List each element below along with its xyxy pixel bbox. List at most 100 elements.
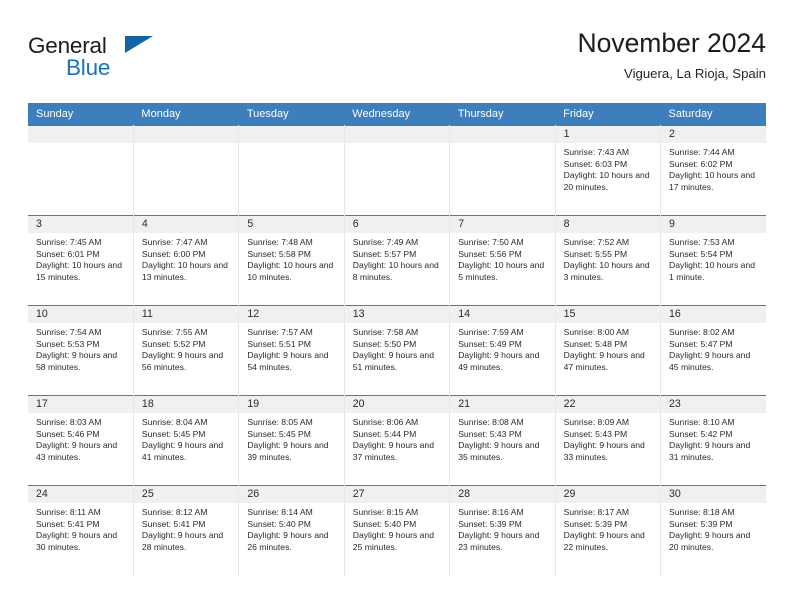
day-number (28, 126, 133, 143)
calendar-day-cell[interactable]: 14 Sunrise: 7:59 AM Sunset: 5:49 PM Dayligh… (449, 305, 556, 396)
sunset-text: Sunset: 5:41 PM (141, 518, 206, 529)
calendar-day-cell[interactable]: 25 Sunrise: 8:12 AM Sunset: 5:41 PM Dayligh… (133, 485, 240, 576)
sunset-text: Sunset: 5:41 PM (36, 518, 100, 529)
weekday-header-saturday: Saturday (660, 103, 766, 126)
daylight-text: Daylight: 9 hours and 41 minutes. (141, 440, 224, 463)
day-details: Sunrise: 8:03 AM Sunset: 5:46 PM Daylight:… (28, 413, 133, 464)
calendar-day-cell[interactable]: 10 Sunrise: 7:54 AM Sunset: 5:53 PM Dayligh… (28, 305, 134, 396)
sunrise-text: Sunrise: 7:54 AM (36, 327, 102, 337)
day-details: Sunrise: 8:08 AM Sunset: 5:43 PM Daylight:… (450, 413, 554, 464)
daylight-text: Daylight: 10 hours and 10 minutes. (247, 260, 334, 283)
day-details: Sunrise: 8:06 AM Sunset: 5:44 PM Daylight:… (345, 413, 449, 464)
calendar-day-cell-empty (238, 125, 345, 216)
calendar-day-cell[interactable]: 4 Sunrise: 7:47 AM Sunset: 6:00 PM Daylight… (133, 215, 240, 306)
day-number: 1 (555, 126, 661, 143)
calendar-day-cell[interactable]: 3 Sunrise: 7:45 AM Sunset: 6:01 PM Daylight… (28, 215, 134, 306)
title-block: November 2024 Viguera, La Rioja, Spain (577, 26, 766, 84)
sunset-text: Sunset: 5:48 PM (563, 338, 628, 349)
sunset-text: Sunset: 5:57 PM (352, 248, 417, 259)
day-number: 22 (555, 396, 661, 413)
calendar-day-cell[interactable]: 7 Sunrise: 7:50 AM Sunset: 5:56 PM Daylight… (449, 215, 556, 306)
calendar-day-cell[interactable]: 12 Sunrise: 7:57 AM Sunset: 5:51 PM Dayligh… (238, 305, 345, 396)
sunset-text: Sunset: 5:40 PM (247, 518, 311, 529)
daylight-text: Daylight: 9 hours and 56 minutes. (141, 350, 224, 373)
day-details: Sunrise: 7:45 AM Sunset: 6:01 PM Daylight:… (28, 233, 133, 284)
calendar-day-cell[interactable]: 19 Sunrise: 8:05 AM Sunset: 5:45 PM Dayligh… (238, 395, 345, 486)
day-details: Sunrise: 8:04 AM Sunset: 5:45 PM Daylight:… (134, 413, 238, 464)
weekday-header-row: Sunday Monday Tuesday Wednesday Thursday… (28, 103, 766, 126)
sunset-text: Sunset: 5:46 PM (36, 428, 100, 439)
calendar-day-cell[interactable]: 22 Sunrise: 8:09 AM Sunset: 5:43 PM Dayligh… (555, 395, 662, 486)
calendar-day-cell[interactable]: 23 Sunrise: 8:10 AM Sunset: 5:42 PM Dayligh… (660, 395, 766, 486)
daylight-text: Daylight: 9 hours and 25 minutes. (352, 530, 434, 553)
calendar-table-wrap: Sunday Monday Tuesday Wednesday Thursday… (28, 103, 766, 576)
calendar-day-cell[interactable]: 2 Sunrise: 7:44 AM Sunset: 6:02 PM Daylight… (660, 125, 766, 216)
calendar-day-cell[interactable]: 1 Sunrise: 7:43 AM Sunset: 6:03 PM Daylight… (555, 125, 662, 216)
daylight-text: Daylight: 9 hours and 28 minutes. (141, 530, 224, 553)
sunrise-text: Sunrise: 7:50 AM (458, 237, 524, 247)
day-number: 11 (133, 306, 239, 323)
calendar-day-cell[interactable]: 30 Sunrise: 8:18 AM Sunset: 5:39 PM Dayligh… (660, 485, 766, 576)
day-number (450, 126, 555, 143)
weekday-header-wednesday: Wednesday (344, 103, 450, 126)
daylight-text: Daylight: 9 hours and 45 minutes. (669, 350, 751, 373)
calendar-body: 1 Sunrise: 7:43 AM Sunset: 6:03 PM Daylight… (28, 125, 766, 576)
calendar-day-cell[interactable]: 8 Sunrise: 7:52 AM Sunset: 5:55 PM Daylight… (555, 215, 662, 306)
daylight-text: Daylight: 10 hours and 15 minutes. (36, 260, 122, 283)
daylight-text: Daylight: 9 hours and 43 minutes. (36, 440, 118, 463)
day-details: Sunrise: 8:05 AM Sunset: 5:45 PM Daylight:… (239, 413, 343, 464)
day-number: 15 (555, 306, 661, 323)
day-number: 21 (450, 396, 555, 413)
day-details: Sunrise: 8:18 AM Sunset: 5:39 PM Daylight:… (661, 503, 766, 554)
daylight-text: Daylight: 9 hours and 54 minutes. (247, 350, 329, 373)
day-number: 3 (28, 216, 133, 233)
daylight-text: Daylight: 10 hours and 8 minutes. (352, 260, 439, 283)
calendar-day-cell[interactable]: 9 Sunrise: 7:53 AM Sunset: 5:54 PM Daylight… (660, 215, 766, 306)
calendar-week-row: 10 Sunrise: 7:54 AM Sunset: 5:53 PM Dayligh… (28, 305, 766, 396)
calendar-day-cell[interactable]: 27 Sunrise: 8:15 AM Sunset: 5:40 PM Dayligh… (344, 485, 451, 576)
calendar-day-cell-empty (344, 125, 451, 216)
day-details: Sunrise: 7:59 AM Sunset: 5:49 PM Daylight:… (450, 323, 554, 374)
day-number (239, 126, 344, 143)
calendar-day-cell[interactable]: 26 Sunrise: 8:14 AM Sunset: 5:40 PM Dayligh… (238, 485, 345, 576)
calendar-day-cell[interactable]: 17 Sunrise: 8:03 AM Sunset: 5:46 PM Dayligh… (28, 395, 134, 486)
sunrise-text: Sunrise: 7:43 AM (563, 147, 630, 157)
calendar-day-cell[interactable]: 13 Sunrise: 7:58 AM Sunset: 5:50 PM Dayligh… (344, 305, 451, 396)
calendar-day-cell[interactable]: 16 Sunrise: 8:02 AM Sunset: 5:47 PM Dayligh… (660, 305, 766, 396)
calendar-day-cell[interactable]: 6 Sunrise: 7:49 AM Sunset: 5:57 PM Daylight… (344, 215, 451, 306)
calendar-day-cell[interactable]: 28 Sunrise: 8:16 AM Sunset: 5:39 PM Dayligh… (449, 485, 556, 576)
calendar-day-cell[interactable]: 5 Sunrise: 7:48 AM Sunset: 5:58 PM Daylight… (238, 215, 345, 306)
calendar-day-cell[interactable]: 18 Sunrise: 8:04 AM Sunset: 5:45 PM Dayligh… (133, 395, 240, 486)
sunset-text: Sunset: 5:42 PM (669, 428, 733, 439)
calendar-day-cell[interactable]: 21 Sunrise: 8:08 AM Sunset: 5:43 PM Dayligh… (449, 395, 556, 486)
weekday-header-monday: Monday (133, 103, 239, 126)
calendar-day-cell[interactable]: 24 Sunrise: 8:11 AM Sunset: 5:41 PM Dayligh… (28, 485, 134, 576)
day-number: 5 (239, 216, 344, 233)
sunset-text: Sunset: 5:50 PM (352, 338, 417, 349)
weekday-header-thursday: Thursday (449, 103, 556, 126)
daylight-text: Daylight: 9 hours and 39 minutes. (247, 440, 329, 463)
daylight-text: Daylight: 9 hours and 51 minutes. (352, 350, 434, 373)
sunrise-text: Sunrise: 8:05 AM (247, 417, 313, 427)
calendar-day-cell[interactable]: 11 Sunrise: 7:55 AM Sunset: 5:52 PM Dayligh… (133, 305, 240, 396)
day-number: 9 (661, 216, 766, 233)
day-details: Sunrise: 8:16 AM Sunset: 5:39 PM Daylight:… (450, 503, 554, 554)
sunrise-text: Sunrise: 8:18 AM (669, 507, 735, 517)
day-number: 16 (661, 306, 766, 323)
calendar-day-cell[interactable]: 20 Sunrise: 8:06 AM Sunset: 5:44 PM Dayligh… (344, 395, 451, 486)
calendar-day-cell-empty (449, 125, 556, 216)
general-blue-logo[interactable]: General Blue (28, 33, 228, 85)
day-number (133, 126, 239, 143)
sunrise-text: Sunrise: 7:48 AM (247, 237, 313, 247)
sunset-text: Sunset: 5:47 PM (669, 338, 733, 349)
calendar-day-cell-empty (133, 125, 240, 216)
day-number: 30 (661, 486, 766, 503)
calendar-day-cell[interactable]: 15 Sunrise: 8:00 AM Sunset: 5:48 PM Dayligh… (555, 305, 662, 396)
sunrise-text: Sunrise: 7:55 AM (141, 327, 208, 337)
sunset-text: Sunset: 5:49 PM (458, 338, 522, 349)
sunrise-text: Sunrise: 8:10 AM (669, 417, 735, 427)
sunrise-text: Sunrise: 8:15 AM (352, 507, 419, 517)
calendar-day-cell[interactable]: 29 Sunrise: 8:17 AM Sunset: 5:39 PM Dayligh… (555, 485, 662, 576)
page-title: November 2024 (577, 28, 766, 58)
day-number: 4 (133, 216, 239, 233)
